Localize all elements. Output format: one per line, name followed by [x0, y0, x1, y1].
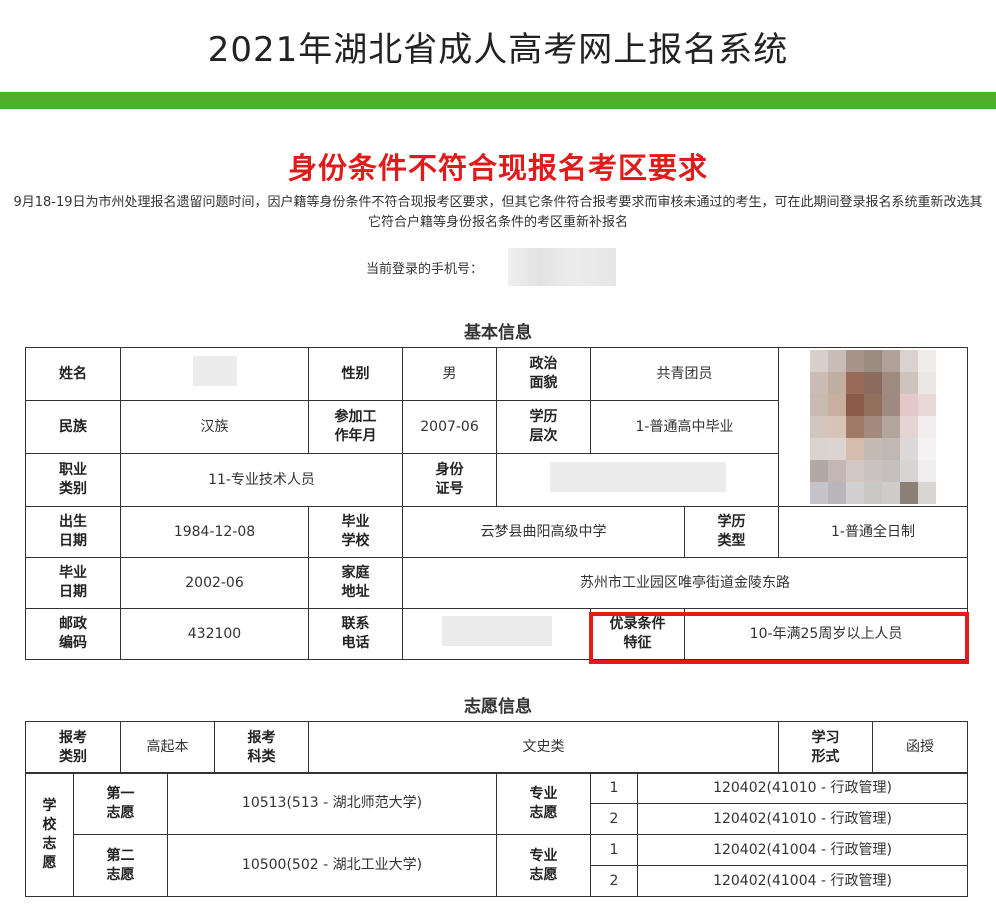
page-title: 2021年湖北省成人高考网上报名系统 — [207, 29, 789, 70]
value-occupation: 11-专业技术人员 — [120, 453, 403, 507]
label-exam-category: 报考 类别 — [25, 721, 121, 774]
label-birth-date: 出生 日期 — [25, 506, 121, 558]
value-study-form: 函授 — [872, 721, 968, 774]
major-value: 120402(41004 - 行政管理) — [637, 865, 968, 897]
notice-text: 9月18-19日为市州处理报名遗留问题时间，因户籍等身份条件不符合现报考区要求，… — [13, 195, 983, 230]
label-grad-date: 毕业 日期 — [25, 557, 121, 609]
value-work-start: 2007-06 — [402, 400, 497, 454]
label-major-wish: 专业 志愿 — [496, 834, 591, 897]
major-value: 120402(41004 - 行政管理) — [637, 834, 968, 866]
label-preferential: 优录条件 特征 — [590, 608, 685, 660]
label-edu-type: 学历 类型 — [684, 506, 779, 558]
basic-info-table: 姓名 性别 男 政治 面貌 共青团员 民族 汉族 参加工 作年月 2007-06… — [25, 347, 968, 660]
warning-heading: 身份条件不符合现报名考区要求 — [287, 151, 708, 185]
label-exam-subject: 报考 科类 — [214, 721, 309, 774]
label-address: 家庭 地址 — [308, 557, 403, 609]
value-second-wish-school: 10500(502 - 湖北工业大学) — [167, 834, 497, 897]
value-grad-date: 2002-06 — [120, 557, 309, 609]
value-postcode: 432100 — [120, 608, 309, 660]
label-second-wish: 第二 志愿 — [73, 834, 168, 897]
label-contact-phone: 联系 电话 — [308, 608, 403, 660]
value-edu-level: 1-普通高中毕业 — [590, 400, 779, 454]
wish-table-header: 报考 类别 高起本 报考 科类 文史类 学习 形式 函授 — [25, 721, 968, 774]
label-first-wish: 第一 志愿 — [73, 772, 168, 835]
wish-info-title: 志愿信息 — [464, 697, 532, 717]
photo-redacted — [810, 350, 936, 504]
site-header: 2021年湖北省成人高考网上报名系统 — [0, 0, 996, 92]
phone-value-redacted — [508, 248, 616, 286]
label-major-wish: 专业 志愿 — [496, 772, 591, 835]
label-occupation: 职业 类别 — [25, 453, 121, 507]
major-value: 120402(41010 - 行政管理) — [637, 803, 968, 835]
value-id-number-redacted — [496, 453, 779, 507]
label-political: 政治 面貌 — [496, 347, 591, 401]
value-grad-school: 云梦县曲阳高级中学 — [402, 506, 685, 558]
applicant-photo — [778, 347, 968, 507]
value-ethnicity: 汉族 — [120, 400, 309, 454]
label-edu-level: 学历 层次 — [496, 400, 591, 454]
label-school-wish: 学 校 志 愿 — [25, 772, 74, 897]
value-contact-phone-redacted — [402, 608, 591, 660]
wish-table-schools: 学 校 志 愿 第一 志愿 10513(513 - 湖北师范大学) 专业 志愿 … — [25, 772, 968, 897]
phone-label: 当前登录的手机号： — [366, 262, 484, 277]
value-gender: 男 — [402, 347, 497, 401]
label-work-start: 参加工 作年月 — [308, 400, 403, 454]
value-address: 苏州市工业园区唯亭街道金陵东路 — [402, 557, 968, 609]
label-gender: 性别 — [308, 347, 403, 401]
label-grad-school: 毕业 学校 — [308, 506, 403, 558]
value-preferential: 10-年满25周岁以上人员 — [684, 608, 968, 660]
label-name: 姓名 — [25, 347, 121, 401]
major-number: 2 — [590, 803, 638, 835]
login-phone-row: 当前登录的手机号： — [0, 248, 996, 286]
label-id-number: 身份 证号 — [402, 453, 497, 507]
value-edu-type: 1-普通全日制 — [778, 506, 968, 558]
major-value: 120402(41010 - 行政管理) — [637, 772, 968, 804]
value-first-wish-school: 10513(513 - 湖北师范大学) — [167, 772, 497, 835]
major-number: 1 — [590, 772, 638, 804]
major-number: 2 — [590, 865, 638, 897]
label-ethnicity: 民族 — [25, 400, 121, 454]
value-exam-category: 高起本 — [120, 721, 215, 774]
label-study-form: 学习 形式 — [778, 721, 873, 774]
value-birth-date: 1984-12-08 — [120, 506, 309, 558]
value-name-redacted — [120, 347, 309, 401]
label-postcode: 邮政 编码 — [25, 608, 121, 660]
basic-info-title: 基本信息 — [464, 323, 532, 343]
value-exam-subject: 文史类 — [308, 721, 779, 774]
major-number: 1 — [590, 834, 638, 866]
value-political: 共青团员 — [590, 347, 779, 401]
header-divider — [0, 92, 996, 109]
